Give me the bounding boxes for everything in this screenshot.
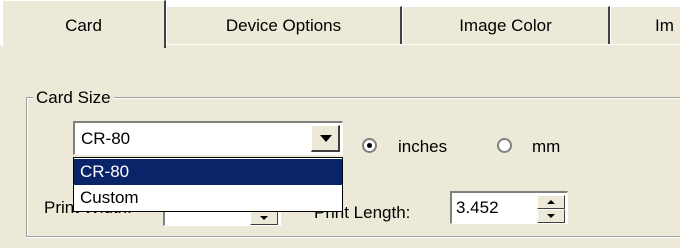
card-size-dropdown-button[interactable]	[311, 125, 340, 152]
arrow-down-icon	[547, 214, 555, 218]
unit-mm-radio[interactable]	[497, 138, 512, 153]
dropdown-option-cr80[interactable]: CR-80	[74, 159, 342, 185]
tab-im-label: Im	[655, 16, 674, 35]
print-length-spin-up[interactable]	[537, 195, 565, 209]
print-length-spin-down[interactable]	[537, 209, 565, 223]
tab-device-options-label: Device Options	[225, 16, 342, 35]
card-size-group-label: Card Size	[33, 88, 114, 108]
tab-image-color[interactable]: Image Color	[402, 6, 610, 44]
unit-inches-label[interactable]: inches	[398, 137, 447, 157]
arrow-up-icon	[547, 200, 555, 204]
unit-mm-label[interactable]: mm	[532, 137, 560, 157]
tab-strip: Card Device Options Image Color Im	[0, 0, 680, 48]
print-length-value[interactable]: 3.452	[456, 198, 499, 218]
chevron-down-icon	[320, 135, 332, 142]
card-size-dropdown-list: CR-80 Custom	[73, 157, 343, 212]
radio-selected-dot	[367, 143, 372, 148]
print-width-spin-down[interactable]	[250, 211, 278, 225]
arrow-down-icon	[260, 216, 268, 220]
unit-inches-radio[interactable]	[362, 138, 377, 153]
print-length-spinner[interactable]: 3.452	[450, 191, 568, 224]
card-size-combobox[interactable]: CR-80	[73, 121, 343, 155]
tab-im[interactable]: Im	[610, 6, 680, 44]
print-length-spin-buttons	[537, 195, 565, 223]
tab-card[interactable]: Card	[2, 0, 166, 48]
dropdown-option-custom[interactable]: Custom	[74, 185, 342, 211]
tab-image-color-label: Image Color	[459, 16, 552, 35]
card-size-combo-value: CR-80	[81, 129, 131, 148]
tab-card-label: Card	[65, 16, 102, 35]
tab-device-options[interactable]: Device Options	[166, 6, 402, 44]
